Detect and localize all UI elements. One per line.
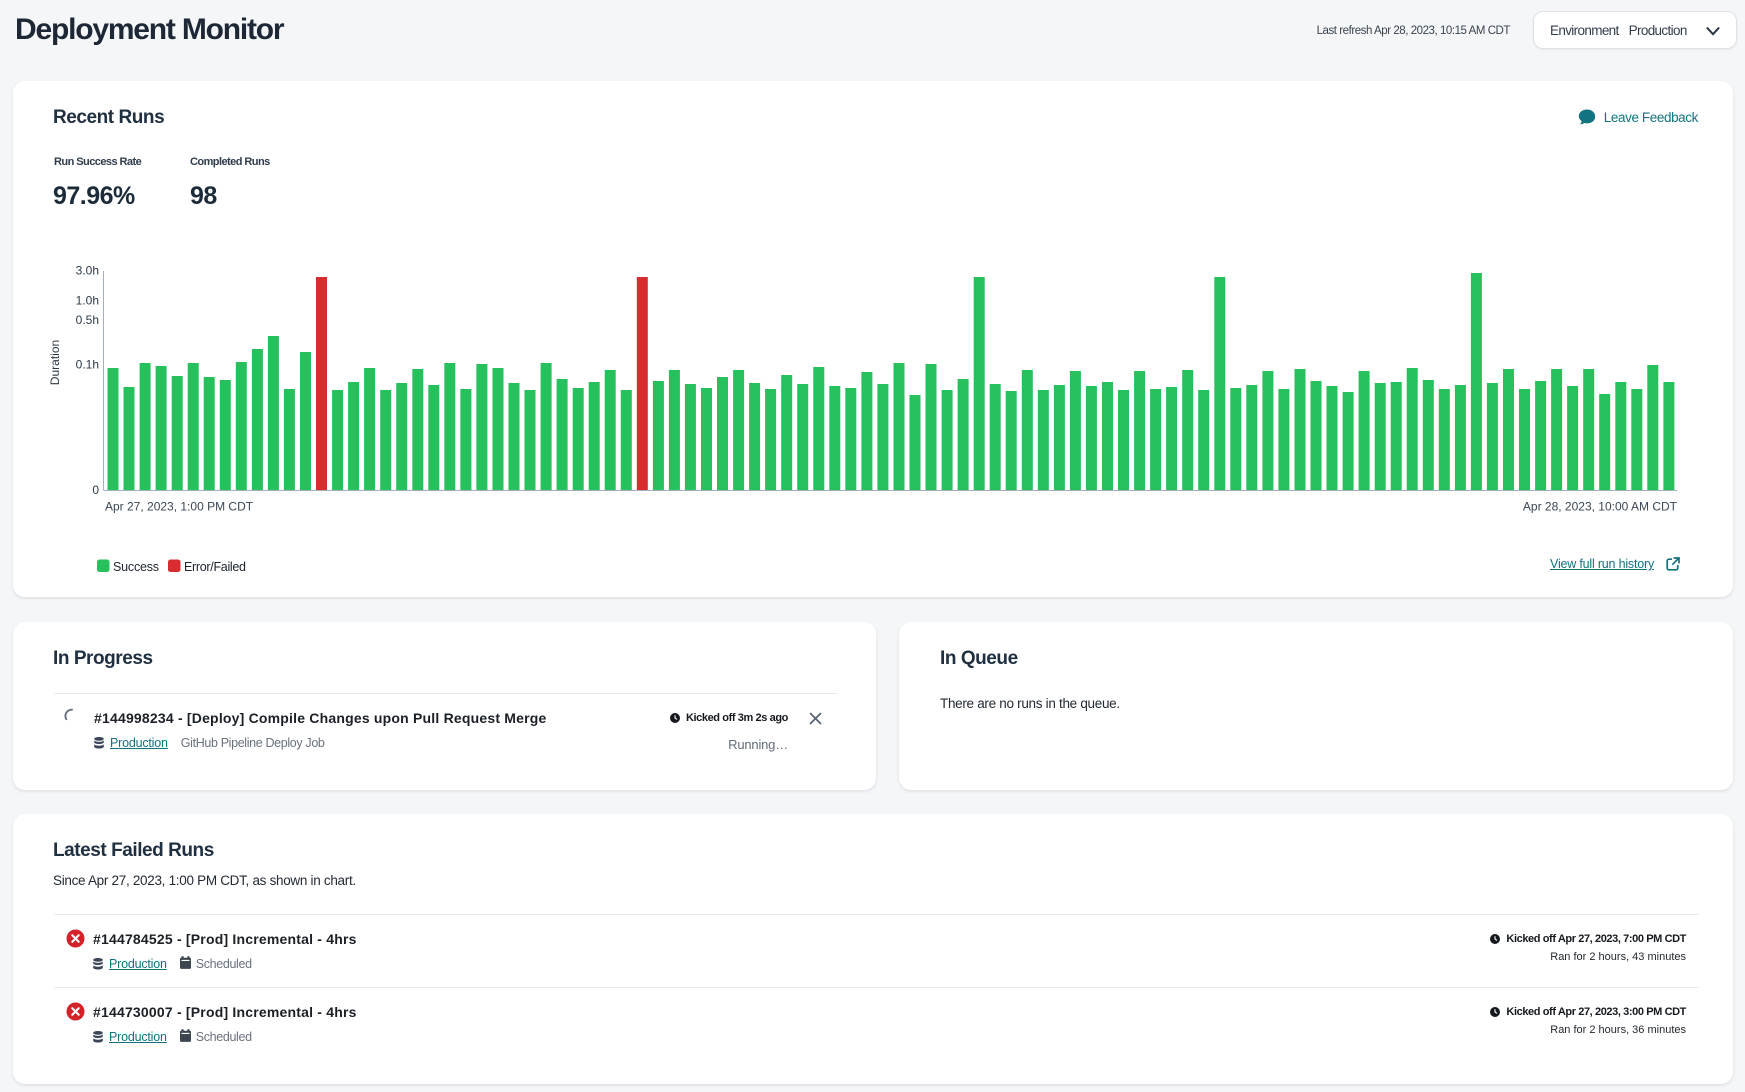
- svg-text:Apr 28, 2023, 10:00 AM CDT: Apr 28, 2023, 10:00 AM CDT: [1523, 500, 1678, 514]
- svg-text:Success: Success: [113, 560, 159, 574]
- svg-text:Duration: Duration: [48, 340, 62, 385]
- svg-text:3.0h: 3.0h: [76, 264, 99, 278]
- svg-text:1.0h: 1.0h: [76, 294, 99, 308]
- svg-text:0.5h: 0.5h: [76, 313, 99, 327]
- svg-text:0: 0: [92, 483, 99, 497]
- svg-text:Apr 27, 2023, 1:00 PM CDT: Apr 27, 2023, 1:00 PM CDT: [105, 500, 254, 514]
- svg-text:0.1h: 0.1h: [76, 358, 99, 372]
- svg-text:Error/Failed: Error/Failed: [184, 560, 246, 574]
